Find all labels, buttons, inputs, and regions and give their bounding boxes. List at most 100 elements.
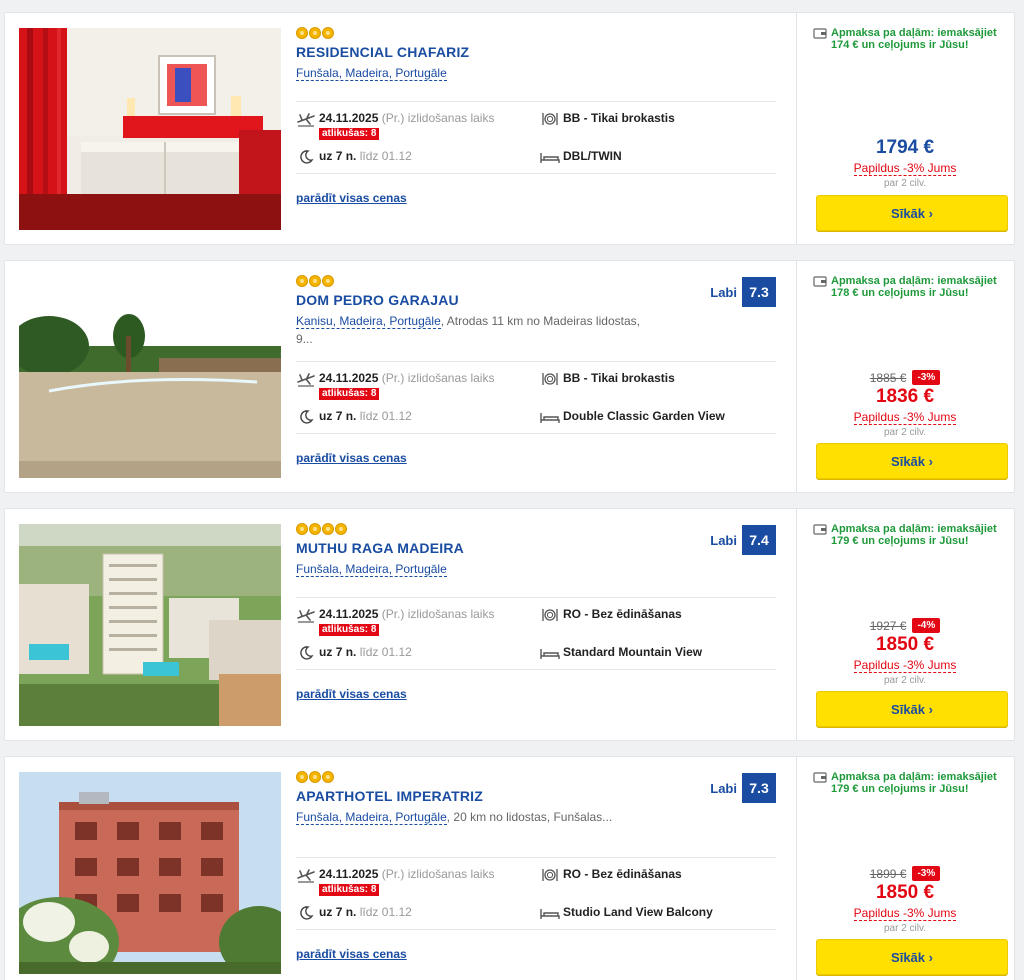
remaining-label: atlikušas: <box>322 388 369 399</box>
old-price-row: 1927 € -4% <box>797 617 1013 634</box>
heart-icon[interactable] <box>247 780 281 853</box>
location-link[interactable]: Funšala, Madeira, Portugāle <box>296 66 447 81</box>
hotel-info: APARTHOTEL IMPERATRIZ Funšala, Madeira, … <box>296 771 776 976</box>
hotel-name[interactable]: RESIDENCIAL CHAFARIZ <box>296 44 776 60</box>
hotel-photo[interactable] <box>19 28 281 230</box>
show-all-prices-link[interactable]: parādīt visas cenas <box>296 947 407 961</box>
installment-line1: Apmaksa pa daļām: iemaksājiet <box>831 523 997 535</box>
rating-word: Labi <box>710 284 737 300</box>
hotel-results-list: RESIDENCIAL CHAFARIZ Funšala, Madeira, P… <box>0 0 1024 980</box>
hotel-photo[interactable] <box>19 772 281 974</box>
nights-label: uz 7 n. <box>319 645 357 659</box>
room-type: Studio Land View Balcony <box>563 905 713 919</box>
hotel-info: RESIDENCIAL CHAFARIZ Funšala, Madeira, P… <box>296 27 776 232</box>
hotel-name[interactable]: APARTHOTEL IMPERATRIZ <box>296 788 776 804</box>
hotel-location: Funšala, Madeira, Portugāle, 20 km no li… <box>296 808 656 826</box>
board-cell: BB - Tikai brokastis <box>540 371 675 387</box>
hotel-name[interactable]: DOM PEDRO GARAJAU <box>296 292 776 308</box>
star-icon <box>296 523 308 535</box>
rating-score: 7.3 <box>742 773 776 803</box>
installment-note: Apmaksa pa daļām: iemaksājiet 178 € un ce… <box>813 275 1008 299</box>
hotel-card: APARTHOTEL IMPERATRIZ Funšala, Madeira, … <box>4 756 1015 980</box>
departure-label: izlidošanas laiks <box>407 867 495 881</box>
nights-label: uz 7 n. <box>319 409 357 423</box>
remaining-label: atlikušas: <box>322 884 369 895</box>
show-all-prices-link[interactable]: parādīt visas cenas <box>296 451 407 465</box>
departure-date: 24.11.2025 <box>319 607 379 621</box>
details-button[interactable]: Sīkāk › <box>816 691 1008 727</box>
old-price: 1899 € <box>869 866 907 881</box>
old-price-row: 1885 € -3% <box>797 369 1013 386</box>
hotel-name[interactable]: MUTHU RAGA MADEIRA <box>296 540 776 556</box>
show-all-prices-link[interactable]: parādīt visas cenas <box>296 191 407 205</box>
extra-discount[interactable]: Papildus -3% Jums <box>853 411 957 425</box>
star-icon <box>322 523 334 535</box>
moon-icon <box>296 645 316 661</box>
star-icon <box>309 771 321 783</box>
plane-icon <box>296 111 316 127</box>
hotel-photo[interactable] <box>19 276 281 478</box>
departure-cell: 24.11.2025 (Pr.) izlidošanas laiks atlik… <box>296 371 494 400</box>
price-box: Apmaksa pa daļām: iemaksājiet 174 € un ce… <box>796 13 1014 244</box>
meal-icon <box>540 607 560 623</box>
rating-word: Labi <box>710 780 737 796</box>
remaining-label: atlikušas: <box>322 128 369 139</box>
hotel-location: Kanisu, Madeira, Portugāle, Atrodas 11 k… <box>296 312 656 348</box>
details-button[interactable]: Sīkāk › <box>816 195 1008 231</box>
departure-label: izlidošanas laiks <box>407 111 495 125</box>
remaining-count: 8 <box>370 388 377 399</box>
hotel-card: DOM PEDRO GARAJAU Kanisu, Madeira, Portu… <box>4 260 1015 493</box>
rating-score: 7.3 <box>742 277 776 307</box>
price-area: 1899 € -3% 1850 € Papildus -3% Jums par 2… <box>797 865 1013 936</box>
hotel-location: Funšala, Madeira, Portugāle <box>296 64 656 82</box>
old-price-row: 1899 € -3% <box>797 865 1013 882</box>
extra-discount[interactable]: Papildus -3% Jums <box>853 659 957 673</box>
departure-cell: 24.11.2025 (Pr.) izlidošanas laiks atlik… <box>296 607 494 636</box>
hotel-stars <box>296 523 776 535</box>
stay-row: uz 7 n. līdz 01.12 Double Classic Garden… <box>296 409 776 429</box>
hotel-photo[interactable] <box>19 524 281 726</box>
bed-icon <box>540 409 560 425</box>
departure-cell: 24.11.2025 (Pr.) izlidošanas laiks atlik… <box>296 111 494 140</box>
star-icon <box>322 27 334 39</box>
stay-row: uz 7 n. līdz 01.12 Studio Land View Balc… <box>296 905 776 925</box>
price-area: 1885 € -3% 1836 € Papildus -3% Jums par 2… <box>797 369 1013 440</box>
hotel-stars <box>296 771 776 783</box>
board-cell: RO - Bez ēdināšanas <box>540 607 682 623</box>
until-label: līdz 01.12 <box>359 905 412 919</box>
show-all-prices-link[interactable]: parādīt visas cenas <box>296 687 407 701</box>
remaining-count: 8 <box>370 884 377 895</box>
details-button[interactable]: Sīkāk › <box>816 443 1008 479</box>
remaining-badge: atlikušas: 8 <box>319 128 380 140</box>
room-cell: Studio Land View Balcony <box>540 905 713 921</box>
location-link[interactable]: Kanisu, Madeira, Portugāle <box>296 314 441 329</box>
rating: Labi 7.4 <box>710 525 776 555</box>
details-button[interactable]: Sīkāk › <box>816 939 1008 975</box>
location-link[interactable]: Funšala, Madeira, Portugāle <box>296 562 447 577</box>
old-price: 1927 € <box>869 618 907 633</box>
divider <box>296 929 776 930</box>
departure-date: 24.11.2025 <box>319 867 379 881</box>
board-type: RO - Bez ēdināšanas <box>563 867 682 881</box>
bed-icon <box>540 645 560 661</box>
discount-badge: -3% <box>912 370 941 385</box>
room-cell: Standard Mountain View <box>540 645 702 661</box>
price-box: Apmaksa pa daļām: iemaksājiet 178 € un ce… <box>796 261 1014 492</box>
rating-score: 7.4 <box>742 525 776 555</box>
plane-icon <box>296 607 316 623</box>
until-label: līdz 01.12 <box>359 645 412 659</box>
installment-note: Apmaksa pa daļām: iemaksājiet 174 € un ce… <box>813 27 1008 51</box>
wallet-icon <box>813 771 827 795</box>
heart-icon[interactable] <box>247 36 281 109</box>
wallet-icon <box>813 27 827 51</box>
weekday: (Pr.) <box>381 607 405 621</box>
price-area: 1794 € Papildus -3% Jums par 2 cilv. <box>797 137 1013 191</box>
heart-icon[interactable] <box>247 284 281 357</box>
installment-note: Apmaksa pa daļām: iemaksājiet 179 € un ce… <box>813 523 1008 547</box>
extra-discount[interactable]: Papildus -3% Jums <box>853 162 957 176</box>
location-link[interactable]: Funšala, Madeira, Portugāle <box>296 810 447 825</box>
stay-row: uz 7 n. līdz 01.12 Standard Mountain Vie… <box>296 645 776 665</box>
star-icon <box>309 275 321 287</box>
extra-discount[interactable]: Papildus -3% Jums <box>853 907 957 921</box>
heart-icon[interactable] <box>247 532 281 605</box>
